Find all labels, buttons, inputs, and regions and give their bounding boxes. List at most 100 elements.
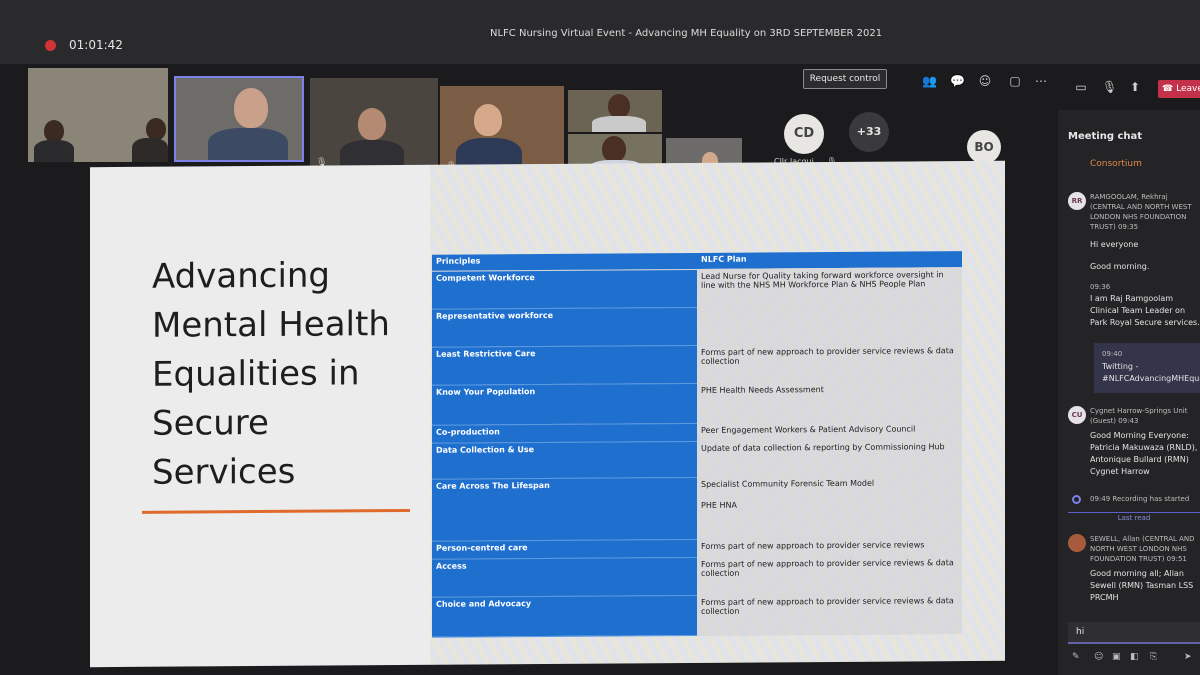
- chat-title: Meeting chat: [1068, 131, 1143, 142]
- participant-video-tile[interactable]: [174, 76, 304, 162]
- chat-compose-input[interactable]: hi: [1068, 622, 1200, 644]
- table-row: Data Collection & Use Update of data col…: [432, 439, 962, 479]
- principle-cell: Co-production: [432, 422, 697, 443]
- reactions-icon[interactable]: ☺: [978, 74, 992, 88]
- sender-avatar-photo: [1068, 534, 1086, 552]
- participant-video-tile[interactable]: [568, 90, 662, 132]
- principle-cell: Person-centred care: [432, 538, 697, 559]
- principle-cell: Representative workforce: [432, 306, 697, 347]
- plan-text: Specialist Community Forensic Team Model: [701, 478, 875, 489]
- participant-video-tile[interactable]: [28, 68, 168, 162]
- format-icon[interactable]: ✎: [1072, 652, 1080, 662]
- principle-cell: Know Your Population: [432, 382, 697, 425]
- plan-cell: Forms part of new approach to provider s…: [697, 343, 962, 383]
- principle-cell: Care Across The Lifespan: [432, 476, 697, 541]
- plan-cell: Forms part of new approach to provider s…: [697, 593, 962, 635]
- more-icon[interactable]: ⋯: [1034, 74, 1048, 88]
- table-row: Competent Workforce Lead Nurse for Quali…: [432, 267, 962, 309]
- send-icon[interactable]: ➤: [1184, 652, 1192, 662]
- slide-title-line: Services: [152, 451, 296, 493]
- mic-icon[interactable]: 🎙: [1102, 80, 1117, 94]
- table-row: Representative workforce: [432, 305, 962, 347]
- recording-icon: [1072, 495, 1081, 504]
- principle-cell: Choice and Advocacy: [432, 594, 697, 637]
- sender-avatar: RR: [1068, 192, 1086, 210]
- request-control-button[interactable]: Request control: [803, 69, 887, 89]
- more-participants-button[interactable]: +33: [849, 112, 889, 152]
- meeting-chat-panel: Meeting chat Consortium RR RAMGOOLAM, Re…: [1058, 110, 1200, 675]
- share-icon[interactable]: ⬆: [1128, 80, 1142, 94]
- message-time: 09:40: [1102, 350, 1123, 358]
- principles-table: Principles NLFC Plan Competent Workforce…: [432, 251, 962, 637]
- own-message-bubble: 09:40 Twitting - #NLFCAdvancingMHEquali: [1094, 343, 1200, 393]
- chat-message-text: Good morning.: [1090, 262, 1150, 271]
- message-time: 09:49: [1090, 495, 1111, 503]
- attach-icon[interactable]: ⎘: [1150, 652, 1157, 662]
- emoji-icon[interactable]: ☺: [1094, 652, 1103, 662]
- chat-message-text: Good morning all; Allan Sewell (RMN) Tas…: [1090, 569, 1194, 602]
- slide-title: Advancing Mental Health Equalities in Se…: [152, 251, 452, 498]
- recording-text: Recording has started: [1112, 495, 1190, 503]
- table-row: Care Across The Lifespan Specialist Comm…: [432, 475, 962, 541]
- plan-cell: Update of data collection & reporting by…: [697, 439, 962, 477]
- slide-title-line: Equalities in: [152, 353, 360, 395]
- last-read-divider: Last read: [1068, 512, 1200, 522]
- recording-indicator-icon: [45, 40, 56, 51]
- table-row: Access Forms part of new approach to pro…: [432, 555, 962, 597]
- plan-cell: PHE Health Needs Assessment: [697, 381, 962, 423]
- sender-avatar: CU: [1068, 406, 1086, 424]
- chat-consortium-label: Consortium: [1090, 159, 1142, 169]
- plan-text: PHE HNA: [701, 500, 737, 510]
- leave-button[interactable]: ☎ Leave: [1158, 80, 1200, 98]
- plan-cell: Lead Nurse for Quality taking forward wo…: [697, 267, 962, 307]
- participant-avatar[interactable]: BO: [967, 130, 1001, 164]
- title-bar: 01:01:42 NLFC Nursing Virtual Event - Ad…: [0, 0, 1200, 64]
- sender-name: Cygnet Harrow-Springs Unit (Guest): [1090, 407, 1188, 425]
- principle-cell: Least Restrictive Care: [432, 344, 697, 385]
- rooms-icon[interactable]: ▢: [1008, 74, 1022, 88]
- shared-slide: Advancing Mental Health Equalities in Se…: [90, 160, 1005, 668]
- message-sender: Cygnet Harrow-Springs Unit (Guest) 09:43: [1090, 406, 1198, 426]
- plan-cell: Specialist Community Forensic Team Model…: [697, 475, 962, 539]
- message-sender: SEWELL, Allan (CENTRAL AND NORTH WEST LO…: [1090, 534, 1200, 564]
- participant-video-tile[interactable]: 🎙: [310, 78, 438, 172]
- message-time: 09:36: [1090, 283, 1111, 291]
- recording-event: 09:49 Recording has started: [1090, 494, 1189, 504]
- principle-cell: Data Collection & Use: [432, 440, 697, 479]
- meeting-timer: 01:01:42: [69, 38, 123, 52]
- slide-title-line: Secure: [152, 402, 269, 444]
- chat-icon[interactable]: 💬: [950, 74, 965, 88]
- slide-title-line: Mental Health: [152, 304, 390, 346]
- table-row: Know Your Population PHE Health Needs As…: [432, 381, 962, 425]
- plan-cell: Forms part of new approach to provider s…: [697, 537, 962, 557]
- message-time: 09:43: [1118, 417, 1139, 425]
- slide-title-line: Advancing: [152, 255, 331, 297]
- chat-message-text: I am Raj Ramgoolam Clinical Team Leader …: [1090, 294, 1200, 327]
- message-time: 09:51: [1166, 555, 1187, 563]
- plan-cell: [697, 305, 962, 345]
- title-underline: [142, 508, 410, 514]
- table-row: Least Restrictive Care Forms part of new…: [432, 343, 962, 385]
- table-header: Principles: [432, 252, 697, 271]
- principle-cell: Access: [432, 556, 697, 597]
- sticker-icon[interactable]: ◧: [1130, 652, 1139, 662]
- leave-phone-icon: ☎: [1162, 84, 1174, 94]
- plan-cell: Peer Engagement Workers & Patient Adviso…: [697, 421, 962, 441]
- message-sender: RAMGOOLAM, Rekhraj (CENTRAL AND NORTH WE…: [1090, 192, 1200, 232]
- table-row: Choice and Advocacy Forms part of new ap…: [432, 593, 962, 637]
- message-time: 09:35: [1117, 223, 1139, 231]
- chat-message-text: Hi everyone: [1090, 240, 1139, 249]
- participant-video-tile[interactable]: 🎙: [440, 86, 564, 176]
- chat-message-text: #NLFCAdvancingMHEquali: [1102, 374, 1200, 383]
- principle-cell: Competent Workforce: [432, 268, 697, 309]
- meeting-title: NLFC Nursing Virtual Event - Advancing M…: [490, 28, 883, 39]
- camera-icon[interactable]: ▭: [1074, 80, 1088, 94]
- participant-avatar[interactable]: CD: [784, 114, 824, 154]
- leave-label: Leave: [1176, 84, 1200, 94]
- plan-cell: Forms part of new approach to provider s…: [697, 555, 962, 595]
- sender-name: RAMGOOLAM, Rekhraj (CENTRAL AND NORTH WE…: [1090, 193, 1192, 231]
- people-icon[interactable]: 👥: [922, 74, 937, 88]
- chat-message-text: Good Morning Everyone: Patricia Makuwaza…: [1090, 431, 1198, 476]
- chat-message-text: Twitting -: [1102, 362, 1139, 371]
- gif-icon[interactable]: ▣: [1112, 652, 1121, 662]
